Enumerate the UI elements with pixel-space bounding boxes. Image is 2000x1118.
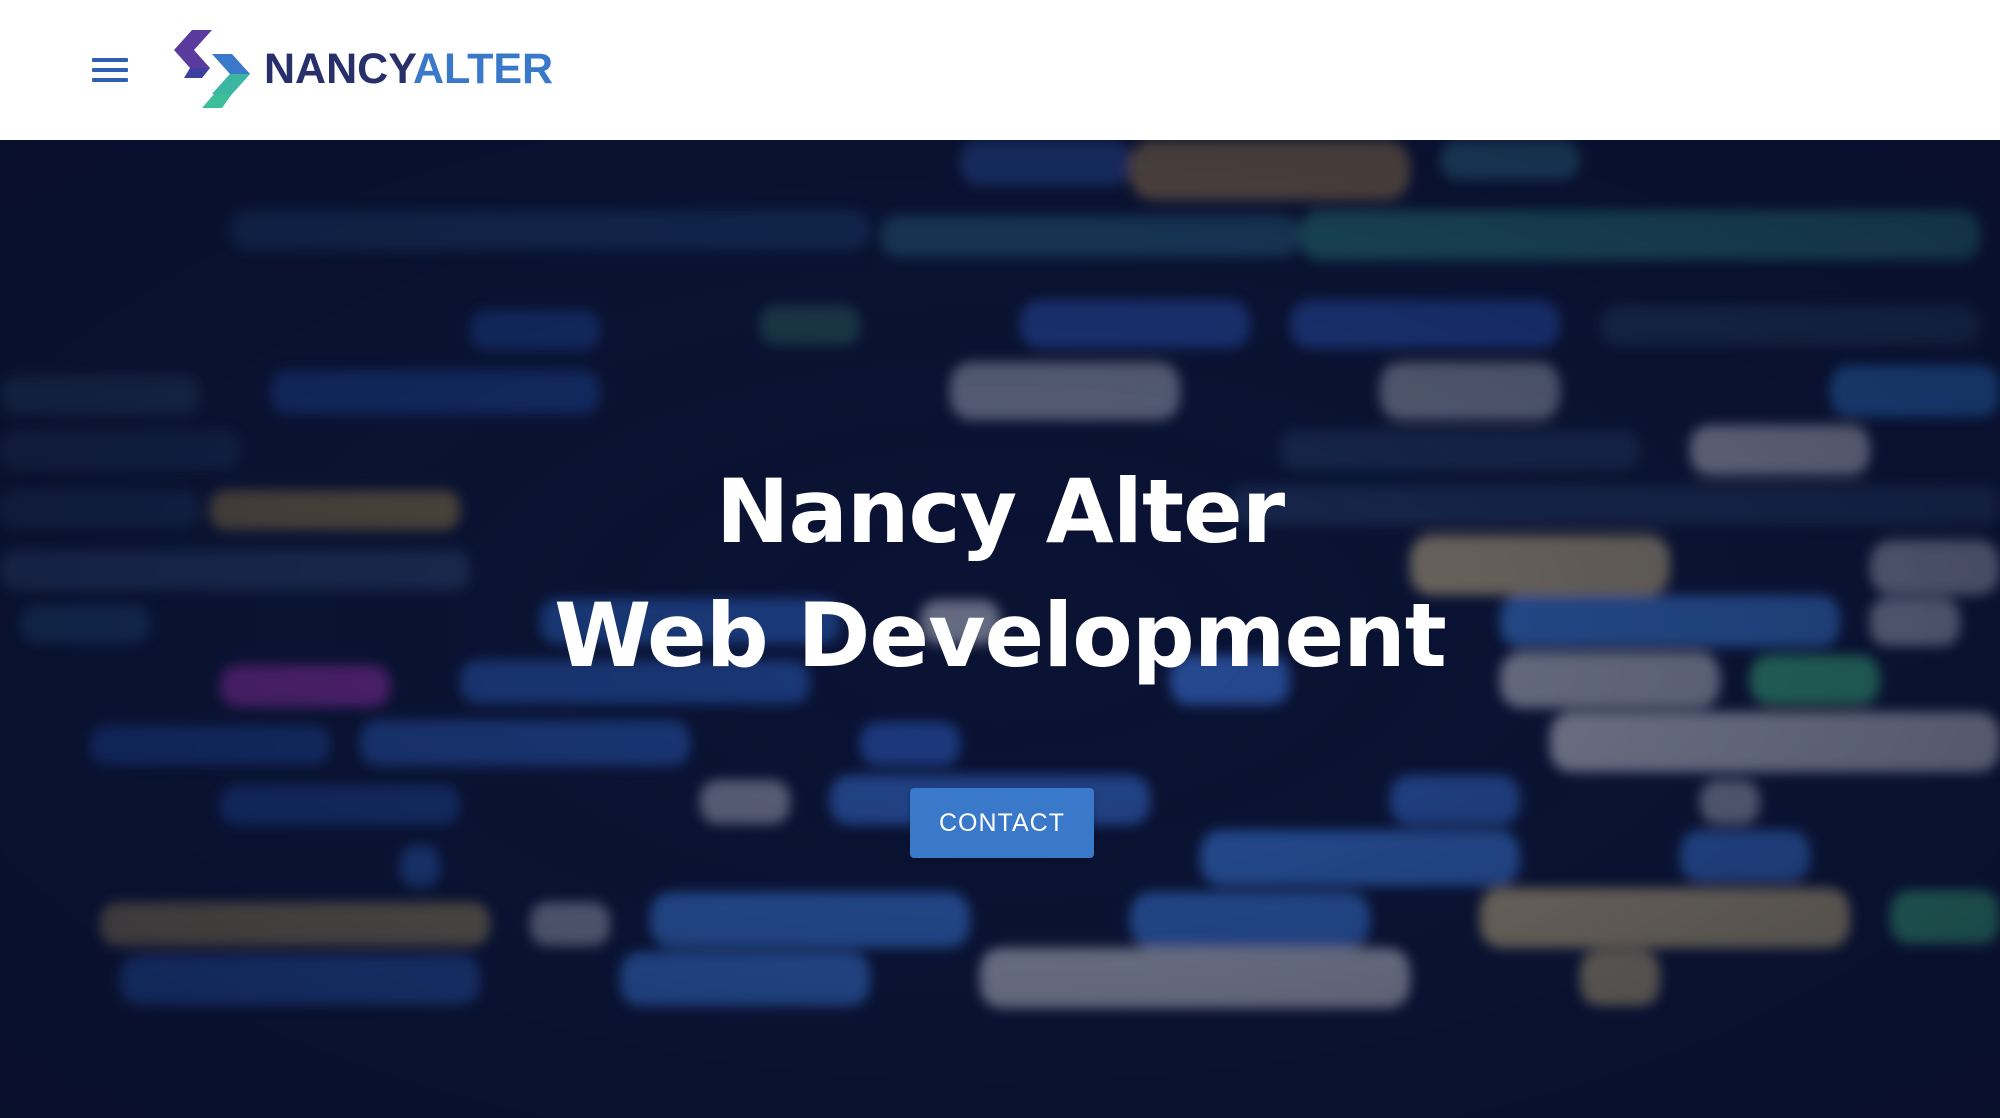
logo-text: NANCYALTER <box>264 45 553 94</box>
hero-title-line-2: Web Development <box>554 584 1447 687</box>
hamburger-menu-icon[interactable] <box>90 56 130 84</box>
site-header: NANCYALTER <box>0 0 2000 140</box>
chevron-logo-icon <box>174 30 250 108</box>
logo-text-second: ALTER <box>412 44 554 93</box>
hero-section: Nancy Alter Web Development CONTACT <box>0 140 2000 1118</box>
site-logo[interactable]: NANCYALTER <box>174 30 553 108</box>
hero-title-line-1: Nancy Alter <box>715 460 1285 563</box>
logo-text-first: NANCY <box>264 44 413 93</box>
contact-button[interactable]: CONTACT <box>910 788 1094 858</box>
hero-title: Nancy Alter Web Development <box>0 450 2000 698</box>
